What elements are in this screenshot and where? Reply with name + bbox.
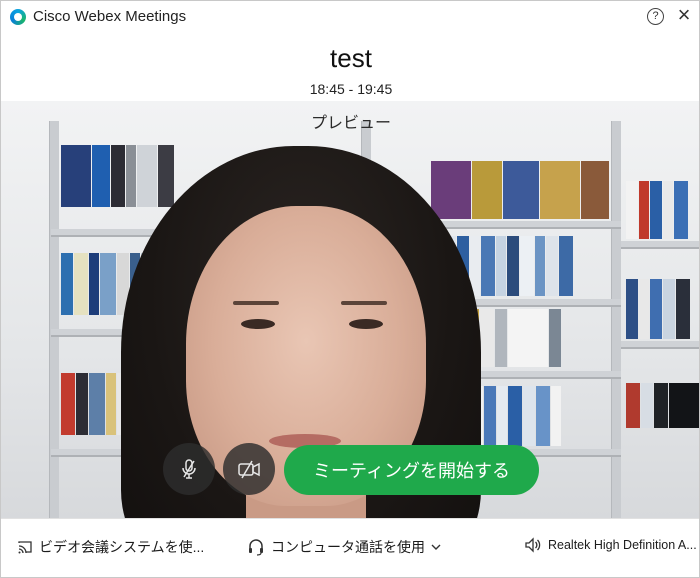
headset-icon (249, 539, 263, 556)
cast-icon (18, 541, 32, 554)
video-toggle-button[interactable] (223, 443, 275, 495)
microphone-off-icon (182, 459, 196, 479)
webex-preview-window: Cisco Webex Meetings ? × test 18:45 - 19… (0, 0, 700, 578)
start-meeting-button[interactable]: ミーティングを開始する (284, 445, 539, 495)
audio-connection-dropdown[interactable]: コンピュータ通話を使用 (247, 537, 447, 557)
meeting-name: test (330, 43, 372, 73)
preview-label: プレビュー (310, 115, 391, 132)
video-system-button[interactable]: ビデオ会議システムを使... (17, 537, 204, 557)
speaker-icon (525, 537, 541, 553)
audio-option-label: コンピュータ通話を使用 (271, 539, 425, 555)
close-button[interactable]: × (673, 4, 695, 28)
mute-button[interactable] (163, 443, 215, 495)
meeting-time: 18:45 - 19:45 (309, 81, 393, 97)
chevron-down-icon (431, 544, 441, 550)
speaker-selector[interactable]: Realtek High Definition A... (524, 537, 697, 553)
title-bar: Cisco Webex Meetings ? × (1, 1, 699, 33)
webex-logo-icon (10, 9, 26, 25)
help-button[interactable]: ? (647, 8, 664, 25)
bottom-bar: ビデオ会議システムを使... コンピュータ通話を使用 Realtek High … (1, 518, 699, 577)
video-system-label: ビデオ会議システムを使... (39, 539, 205, 555)
video-off-icon (238, 460, 260, 479)
app-title: Cisco Webex Meetings (33, 8, 187, 25)
speaker-label: Realtek High Definition A... (548, 538, 697, 552)
